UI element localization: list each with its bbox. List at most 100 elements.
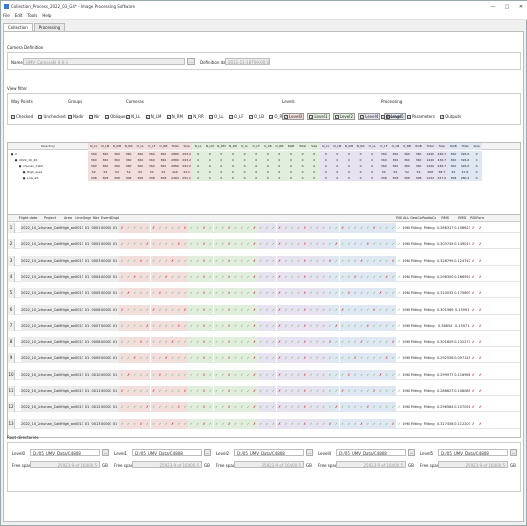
group-oblique-option[interactable]: ✓Oblique <box>105 114 126 119</box>
grid-col-header[interactable]: GeoCor <box>410 215 422 222</box>
root-browse-button[interactable]: ... <box>306 449 313 456</box>
table-row[interactable]: 102022_10_20chunan_CalibHigh_area0013010… <box>8 369 520 380</box>
row-number[interactable]: 7 <box>8 320 15 331</box>
group-nir-option[interactable]: ✓Nir <box>89 114 100 119</box>
grid-col-header[interactable]: Nbr <box>91 215 101 222</box>
row-number[interactable]: 3 <box>8 255 15 266</box>
root-browse-button[interactable]: ... <box>510 449 517 456</box>
table-row[interactable]: 132022_10_20chunan_CalibHigh_area0013010… <box>8 418 520 429</box>
level1-option[interactable]: ✓Level1 <box>307 113 330 120</box>
root-path-field[interactable]: D:/05_UMV_Data/C4808 <box>30 449 100 456</box>
close-button[interactable]: ✕ <box>514 4 527 10</box>
table-row[interactable]: 62022_10_20chunan_CalibHigh_area00130100… <box>8 304 520 315</box>
outputs-option[interactable]: ✓Outputs <box>440 114 461 119</box>
row-number[interactable]: 12 <box>8 402 15 413</box>
tab-collection[interactable]: Collection <box>3 23 33 31</box>
parameters-option[interactable]: ✓Parameters <box>406 114 435 119</box>
camera-o-ll-option[interactable]: ✓O_LL <box>209 114 224 119</box>
root-path-field[interactable]: D:/05_UMV_Data/C4808 <box>336 449 406 456</box>
level2-option[interactable]: ✓Level2 <box>332 113 355 120</box>
root-browse-button[interactable]: ... <box>204 449 211 456</box>
images-grid[interactable]: Flight dateProjectAreaLineSegmNbrEventDu… <box>7 214 521 438</box>
root-browse-button[interactable]: ... <box>102 449 109 456</box>
row-number[interactable]: 2 <box>8 239 15 250</box>
grid-col-header[interactable]: ALL <box>402 215 410 222</box>
option-label: Storage <box>386 114 402 119</box>
row-checkbox[interactable] <box>16 272 20 282</box>
table-row[interactable]: 22022_10_20chunan_CalibHigh_area00130100… <box>8 239 520 250</box>
grid-cell: 0001 <box>91 223 101 233</box>
table-row[interactable]: 82022_10_20chunan_CalibHigh_area00130100… <box>8 337 520 348</box>
definition-date-field[interactable]: 2021-11-18T09:00:00 <box>225 58 270 65</box>
row-checkbox[interactable] <box>16 288 20 298</box>
row-checkbox[interactable] <box>16 402 20 412</box>
grid-col-header[interactable]: DupD <box>111 215 119 222</box>
row-checkbox[interactable] <box>16 386 20 396</box>
grid-col-header[interactable]: RadioCorr <box>422 215 436 222</box>
root-path-field[interactable]: D:/05_UMV_Data/C4808 <box>234 449 304 456</box>
row-number[interactable]: 8 <box>8 337 15 348</box>
camera-o-lb-option[interactable]: ✓O_LB <box>248 114 264 119</box>
camera-name-field[interactable]: UMV_CameraN_0-0-1 <box>23 58 185 65</box>
grid-col-header[interactable]: Event <box>101 215 111 222</box>
minimize-button[interactable]: — <box>486 4 500 10</box>
grid-col-header[interactable]: EMD <box>454 215 470 222</box>
row-checkbox[interactable] <box>16 305 20 315</box>
camera-o-lf-option[interactable]: ✓O_LF <box>228 114 244 119</box>
row-checkbox[interactable] <box>16 419 20 429</box>
row-number[interactable]: 11 <box>8 386 15 396</box>
tree-header-row: Directory N_LL N_LM N_RM N_RR O_LL O_LF O_RB Tot… <box>8 143 520 150</box>
tree-cell: 308 <box>134 175 146 181</box>
row-number[interactable]: 9 <box>8 353 15 364</box>
menu-edit[interactable]: Edit <box>15 13 23 18</box>
table-row[interactable]: 32022_10_20chunan_CalibHigh_area00130100… <box>8 255 520 266</box>
tree-row[interactable]: ● Low_alt 308 308 308 308 308 308 308 2464 251.1 0 0… <box>8 175 520 181</box>
grid-col-header[interactable]: Flight date <box>17 215 39 222</box>
grid-col-header[interactable]: RMS <box>436 215 454 222</box>
level4-option[interactable]: ✓Level4 <box>358 113 381 120</box>
table-row[interactable]: 72022_10_20chunan_CalibHigh_area00130100… <box>8 320 520 331</box>
table-row[interactable]: 52022_10_20chunan_CalibHigh_area00130100… <box>8 288 520 299</box>
table-row[interactable]: 12022_10_20chunan_CalibHigh_area00130100… <box>8 223 520 233</box>
row-checkbox[interactable] <box>16 353 20 363</box>
row-checkbox[interactable] <box>16 223 20 233</box>
waypoint-unchecked-option[interactable]: ✓Unchecked <box>38 114 65 119</box>
root-browse-button[interactable]: ... <box>408 449 415 456</box>
root-path-field[interactable]: D:/05_UMV_Data/C4808 <box>438 449 508 456</box>
row-number[interactable]: 5 <box>8 288 15 299</box>
table-row[interactable]: 112022_10_20chunan_CalibHigh_area0013010… <box>8 386 520 396</box>
row-number[interactable]: 1 <box>8 223 15 233</box>
camera-n-ll-option[interactable]: ✓N_LL <box>126 114 140 119</box>
group-nadir-option[interactable]: ✓Nadir <box>68 114 84 119</box>
storage-option[interactable]: ✓Storage <box>381 114 402 119</box>
camera-n-rm-option[interactable]: ✓N_RM <box>166 114 183 119</box>
row-checkbox[interactable] <box>16 337 20 347</box>
menu-tools[interactable]: Tools <box>27 13 37 18</box>
grid-col-header[interactable]: Area <box>61 215 75 222</box>
row-checkbox[interactable] <box>16 256 20 266</box>
row-checkbox[interactable] <box>16 370 20 380</box>
table-row[interactable]: 42022_10_20chunan_CalibHigh_area00130100… <box>8 271 520 282</box>
table-row[interactable]: 92022_10_20chunan_CalibHigh_area00130100… <box>8 353 520 364</box>
row-checkbox[interactable] <box>16 321 20 331</box>
row-checkbox[interactable] <box>16 239 20 249</box>
camera-n-lm-option[interactable]: ✓N_LM <box>145 114 161 119</box>
maximize-button[interactable]: □ <box>500 4 514 10</box>
row-number[interactable]: 13 <box>8 418 15 429</box>
row-number[interactable]: 10 <box>8 369 15 380</box>
grid-col-header[interactable]: Segm <box>83 215 91 222</box>
menu-file[interactable]: File <box>3 13 10 18</box>
menu-help[interactable]: Help <box>42 13 51 18</box>
tab-processing[interactable]: Processing <box>33 23 66 31</box>
camera-n-rr-option[interactable]: ✓N_RR <box>188 114 204 119</box>
row-number[interactable]: 4 <box>8 271 15 282</box>
grid-col-header[interactable]: Project <box>39 215 61 222</box>
waypoint-checked-option[interactable]: ✓Checked <box>11 114 33 119</box>
level0-option[interactable]: ✓Level0 <box>282 113 305 120</box>
grid-col-header[interactable]: Line <box>75 215 83 222</box>
camera-browse-button[interactable]: ... <box>187 58 195 65</box>
row-number[interactable]: 6 <box>8 304 15 315</box>
root-path-field[interactable]: D:/05_UMV_Data/C4808 <box>132 449 202 456</box>
grid-col-header[interactable]: Form <box>476 215 484 222</box>
table-row[interactable]: 122022_10_20chunan_CalibHigh_area0013010… <box>8 402 520 413</box>
